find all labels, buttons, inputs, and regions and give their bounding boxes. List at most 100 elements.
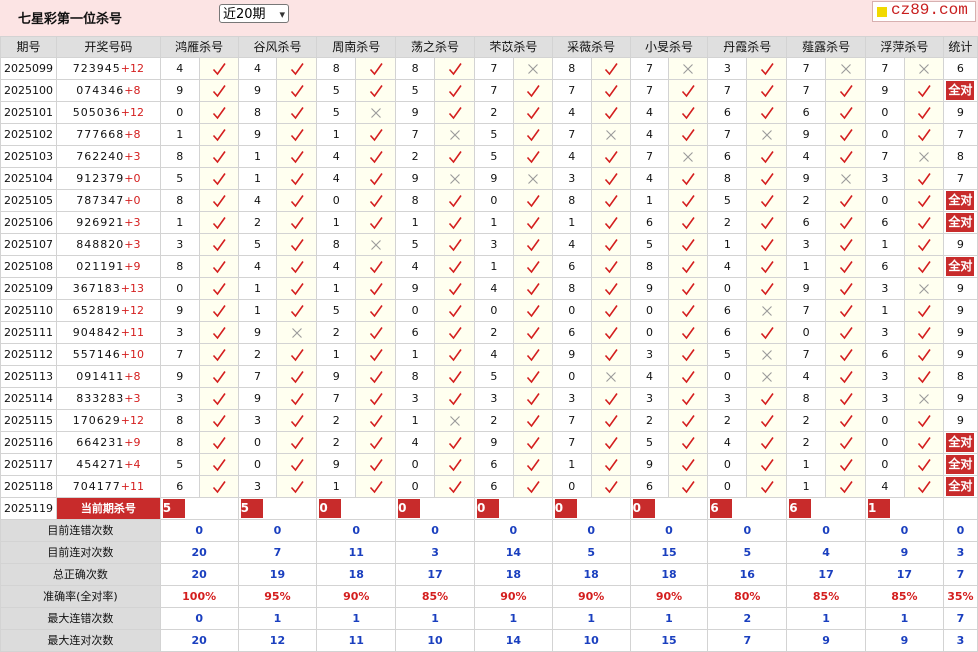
site-logo[interactable]: cz89.com (872, 1, 976, 22)
all-correct-badge: 全对 (946, 455, 975, 474)
kill-number-cell: 5 (159, 167, 200, 190)
tick-icon (839, 238, 853, 252)
kill-number-cell: 1 (864, 299, 905, 322)
tick-icon (917, 436, 931, 450)
summary-value: 14 (473, 629, 553, 652)
kill-number-cell: 2 (473, 101, 514, 124)
result-mark-cell (903, 321, 944, 344)
result-mark-cell (198, 431, 239, 454)
tick-icon (917, 238, 931, 252)
result-mark-cell (276, 211, 318, 234)
tick-icon (839, 84, 853, 98)
result-mark-cell (668, 277, 709, 300)
tick-icon (369, 260, 383, 274)
kill-number-cell: 7 (629, 145, 670, 168)
stat-cell: 7 (942, 123, 978, 146)
result-mark-cell (825, 79, 866, 102)
tick-icon (604, 84, 618, 98)
kill-number-cell: 1 (395, 343, 436, 366)
draw-digits: 848820 (76, 238, 125, 251)
result-mark-cell (512, 57, 553, 80)
result-mark-cell (746, 211, 788, 234)
tick-icon (212, 84, 226, 98)
current-kill-value: 5 (162, 499, 185, 518)
kill-number-cell: 9 (395, 101, 436, 124)
range-select[interactable]: 近20期 ▾ (219, 4, 289, 23)
draw-bonus: +3 (124, 392, 141, 405)
result-mark-cell (825, 167, 866, 190)
kill-number-cell: 1 (473, 211, 514, 234)
kill-number-cell: 7 (707, 79, 748, 102)
result-mark-cell (434, 387, 475, 410)
current-period-cell: 2025119 (0, 497, 57, 520)
kill-number-cell: 6 (473, 475, 514, 498)
cross-icon (605, 128, 617, 141)
kill-number-cell: 4 (864, 475, 905, 498)
kill-number-cell: 7 (237, 365, 278, 388)
result-mark-cell (434, 321, 475, 344)
result-mark-cell (903, 299, 944, 322)
kill-number-cell: 4 (316, 255, 357, 278)
tick-icon (448, 106, 462, 120)
result-mark-cell (590, 343, 631, 366)
summary-row: 准确率(全对率) 100% 95% 90% 85% 90% 90% 90% 80% 85% 85% 3… (0, 585, 978, 608)
draw-number-cell: 787347+0 (55, 189, 161, 212)
summary-value: 2 (707, 607, 788, 630)
result-mark-cell (903, 255, 944, 278)
result-mark-cell (276, 123, 318, 146)
result-mark-cell (512, 431, 553, 454)
kill-number-cell: 1 (159, 123, 200, 146)
tick-icon (448, 480, 462, 494)
result-mark-cell (355, 453, 397, 476)
stat-cell: 6 (942, 57, 978, 80)
result-mark-cell (746, 365, 788, 388)
kill-number-cell: 7 (786, 343, 827, 366)
kill-number-cell: 3 (237, 475, 278, 498)
kill-number-cell: 7 (316, 387, 357, 410)
kill-number-cell: 0 (707, 277, 748, 300)
result-mark-cell (355, 101, 397, 124)
result-mark-cell (825, 343, 866, 366)
draw-number-cell: 454271+4 (55, 453, 161, 476)
result-mark-cell (198, 343, 239, 366)
period-cell: 2025109 (0, 277, 57, 300)
tick-icon (839, 106, 853, 120)
kill-number-cell: 3 (395, 387, 436, 410)
summary-value: 9 (864, 629, 944, 652)
result-mark-cell (198, 123, 239, 146)
kill-number-cell: 4 (473, 343, 514, 366)
result-mark-cell (434, 409, 475, 432)
range-select-value: 近20期 (223, 7, 266, 22)
result-mark-cell (512, 321, 553, 344)
tick-icon (917, 304, 931, 318)
tick-icon (448, 238, 462, 252)
stat-cell: 9 (942, 321, 978, 344)
result-mark-cell (512, 365, 553, 388)
summary-value: 0 (395, 519, 475, 542)
tick-icon (369, 282, 383, 296)
result-mark-cell (903, 343, 944, 366)
tick-icon (917, 260, 931, 274)
site-logo-text: cz89.com (891, 1, 968, 19)
summary-value: 0 (864, 519, 944, 542)
table-row: 2025099 723945+12 4 4 8 8 7 8 7 3 7 7 6 (0, 57, 978, 80)
kill-number-cell: 0 (551, 475, 592, 498)
table-row: 2025112 557146+10 7 2 1 1 4 9 3 5 7 6 9 (0, 343, 978, 366)
period-cell: 2025108 (0, 255, 57, 278)
kill-number-cell: 7 (551, 409, 592, 432)
result-mark-cell (590, 453, 631, 476)
result-mark-cell (434, 123, 475, 146)
kill-number-cell: 6 (159, 475, 200, 498)
draw-bonus: +13 (120, 282, 144, 295)
tick-icon (760, 458, 774, 472)
kill-number-cell: 3 (473, 387, 514, 410)
result-mark-cell (590, 409, 631, 432)
summary-value: 20 (159, 541, 239, 564)
result-mark-cell (198, 145, 239, 168)
result-mark-cell (355, 145, 397, 168)
summary-value: 7 (942, 563, 978, 586)
summary-value: 3 (942, 629, 978, 652)
all-correct-badge: 全对 (946, 477, 975, 496)
kill-number-cell: 7 (629, 79, 670, 102)
draw-number-cell: 557146+10 (55, 343, 161, 366)
